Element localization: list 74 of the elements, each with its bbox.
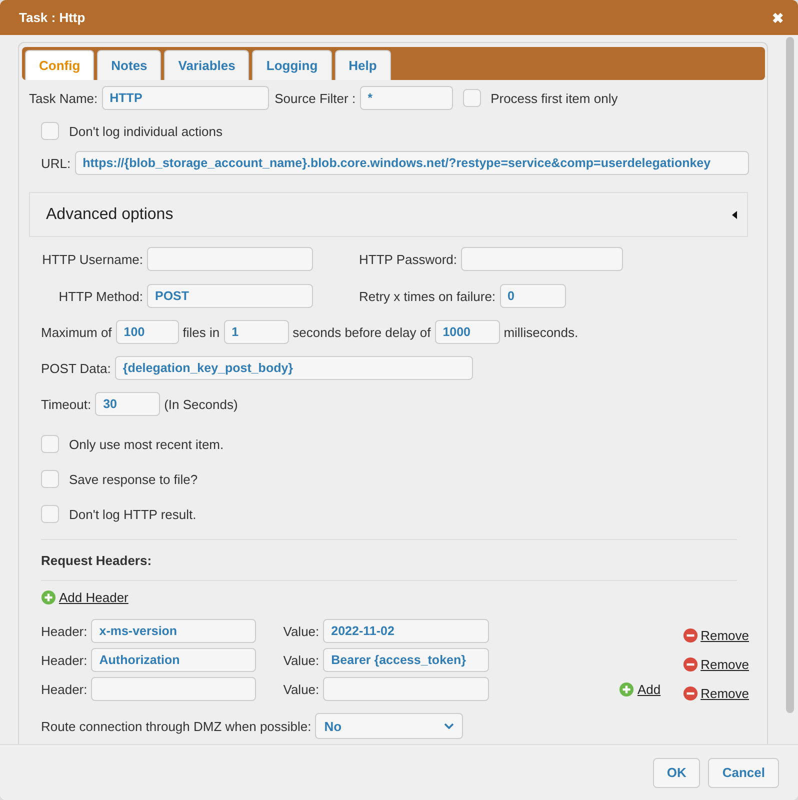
checkbox[interactable] [41, 435, 59, 453]
input-field[interactable]: POST [147, 284, 313, 308]
input-field[interactable]: * [360, 86, 453, 110]
advanced-options-header[interactable]: Advanced options [29, 192, 748, 237]
field-label: HTTP Username: [41, 252, 143, 266]
input-field[interactable]: x-ms-version [91, 619, 256, 643]
field-label: POST Data: [41, 360, 111, 376]
add-header-link[interactable]: Add Header [41, 590, 128, 604]
field-label: Maximum of [41, 324, 112, 340]
field-label: seconds before delay of [292, 324, 431, 340]
field-label: Don't log HTTP result. [69, 506, 196, 522]
field-label: (In Seconds) [164, 396, 238, 412]
checkbox[interactable] [41, 122, 59, 140]
field-label: Save response to file? [69, 472, 198, 486]
tab[interactable]: Config [25, 50, 94, 80]
remove-link[interactable]: Remove [682, 628, 749, 642]
checkbox[interactable] [41, 505, 59, 523]
input-field[interactable] [147, 247, 313, 271]
field-label: Value: [283, 682, 320, 696]
input-field[interactable]: https://{blob_storage_account_name}.blob.core.windows.net/?restype=service&comp=userdelegationkey [74, 151, 749, 175]
input-field[interactable]: Bearer {access_token} [323, 648, 490, 672]
add-link[interactable]: Add [619, 682, 661, 696]
field-label: Timeout: [41, 396, 92, 412]
input-field[interactable]: {delegation_key_post_body} [114, 356, 473, 380]
field-label: Header: [41, 682, 88, 696]
field-label: Route connection through DMZ when possible: [41, 718, 312, 734]
input-field[interactable]: Authorization [91, 648, 256, 672]
section-title: Advanced options [46, 206, 174, 224]
field-label: Header: [41, 652, 88, 668]
minus-icon [682, 656, 698, 672]
tab[interactable]: Help [334, 50, 391, 80]
input-field[interactable] [91, 677, 256, 701]
input-field[interactable] [461, 247, 624, 271]
minus-icon [682, 686, 698, 700]
input-field[interactable]: 1000 [434, 320, 500, 344]
ok-button[interactable]: OK [652, 758, 700, 788]
remove-link[interactable]: Remove [682, 686, 749, 700]
tab[interactable]: Notes [97, 50, 162, 80]
field-label: Only use most recent item. [69, 436, 224, 452]
field-label: Retry x times on failure: [359, 288, 496, 304]
plus-icon [41, 590, 56, 604]
input-field[interactable]: 1 [224, 320, 289, 344]
remove-link[interactable]: Remove [682, 656, 749, 672]
field-label: Value: [283, 652, 320, 668]
field-label: URL: [41, 156, 71, 170]
field-label: Value: [283, 624, 320, 638]
field-label: milliseconds. [504, 324, 578, 340]
tab[interactable]: Logging [252, 50, 332, 80]
field-label: Process first item only [490, 90, 618, 106]
caret-icon [732, 210, 737, 218]
close-button[interactable]: ✖ [772, 10, 784, 26]
input-field[interactable]: 100 [116, 320, 179, 344]
field-label: HTTP Method: [58, 288, 143, 304]
input-field[interactable] [323, 677, 490, 701]
field-label: Source Filter : [274, 90, 356, 106]
tab[interactable]: Variables [164, 50, 250, 80]
dmz-select[interactable]: No [315, 713, 464, 739]
section-title: Request Headers: [41, 552, 152, 568]
input-field[interactable]: 0 [500, 284, 566, 308]
checkbox[interactable] [462, 89, 481, 107]
field-label: files in [182, 324, 220, 340]
chevron-down-icon [444, 723, 454, 729]
field-label: Header: [41, 624, 88, 638]
plus-icon [619, 682, 634, 696]
field-label: Don't log individual actions [69, 124, 223, 138]
minus-icon [682, 628, 698, 642]
field-label: HTTP Password: [359, 252, 458, 266]
window-title: Task : Http [19, 10, 86, 25]
input-field[interactable]: 2022-11-02 [323, 619, 490, 643]
checkbox[interactable] [41, 470, 59, 488]
input-field[interactable]: 30 [95, 392, 160, 416]
input-field[interactable]: HTTP [102, 86, 269, 110]
field-label: Task Name: [29, 90, 98, 106]
cancel-button[interactable]: Cancel [708, 758, 779, 788]
